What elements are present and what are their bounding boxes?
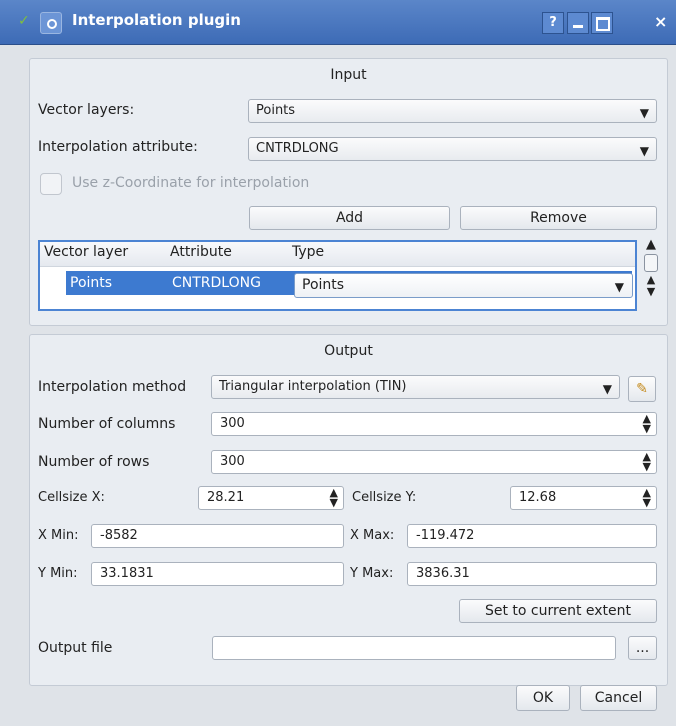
window-title: Interpolation plugin <box>72 11 241 29</box>
header-type[interactable]: Type <box>292 244 324 260</box>
input-group-title: Input <box>330 67 367 83</box>
columns-label: Number of columns <box>38 416 176 432</box>
interpolation-attribute-combo[interactable]: CNTRDLONG ▼ <box>248 137 657 161</box>
vector-layers-label: Vector layers: <box>38 102 135 118</box>
cellsize-y-spinbox[interactable]: 12.68 ▲ ▼ <box>510 486 657 510</box>
vector-layers-value: Points <box>256 103 296 118</box>
spin-arrows-icon[interactable]: ▲ ▼ <box>643 413 651 434</box>
row-type-combo[interactable]: Points ▼ <box>294 273 633 298</box>
output-file-label: Output file <box>38 640 113 656</box>
table-header: Vector layer Attribute Type <box>40 242 635 267</box>
spin-arrows-icon[interactable]: ▲ ▼ <box>330 487 338 508</box>
qgis-icon: ✓ <box>18 13 30 29</box>
remove-button[interactable]: Remove <box>460 206 657 230</box>
use-z-checkbox[interactable] <box>40 173 62 195</box>
browse-button[interactable]: ... <box>628 636 657 660</box>
wrench-icon[interactable]: ✎ <box>628 376 656 402</box>
cellsize-y-value: 12.68 <box>519 490 557 505</box>
xmax-field[interactable]: -119.472 <box>407 524 657 548</box>
chevron-down-icon: ▼ <box>639 106 649 120</box>
spin-arrows-icon[interactable]: ▲ ▼ <box>643 451 651 472</box>
header-vector-layer[interactable]: Vector layer <box>44 244 128 260</box>
columns-spinbox[interactable]: 300 ▲ ▼ <box>211 412 657 436</box>
chevron-down-icon: ▼ <box>602 382 612 396</box>
rows-spinbox[interactable]: 300 ▲ ▼ <box>211 450 657 474</box>
chevron-down-icon: ▼ <box>639 144 649 158</box>
interpolation-method-label: Interpolation method <box>38 379 187 395</box>
ymax-field[interactable]: 3836.31 <box>407 562 657 586</box>
add-button[interactable]: Add <box>249 206 450 230</box>
xmax-label: X Max: <box>350 528 395 543</box>
row-type-value: Points <box>302 277 345 293</box>
interpolation-attribute-label: Interpolation attribute: <box>38 139 198 155</box>
cellsize-x-value: 28.21 <box>207 490 245 505</box>
scroll-up-icon[interactable]: ▲ <box>642 238 660 252</box>
minimize-button[interactable] <box>567 12 589 34</box>
title-bar[interactable]: ✓ Interpolation plugin ? × <box>0 0 676 45</box>
vector-layers-combo[interactable]: Points ▼ <box>248 99 657 123</box>
scroll-thumb[interactable] <box>644 254 658 272</box>
interpolation-method-value: Triangular interpolation (TIN) <box>219 379 407 394</box>
columns-value: 300 <box>220 416 245 431</box>
cellsize-y-label: Cellsize Y: <box>352 490 417 505</box>
output-file-field[interactable] <box>212 636 616 660</box>
row-layer: Points <box>70 275 113 291</box>
chevron-down-icon: ▼ <box>614 280 624 294</box>
spin-arrows-icon[interactable]: ▲ ▼ <box>643 487 651 508</box>
window-menu-button[interactable] <box>40 12 62 34</box>
xmin-field[interactable]: -8582 <box>91 524 344 548</box>
close-button[interactable]: × <box>654 12 676 32</box>
set-current-extent-button[interactable]: Set to current extent <box>459 599 657 623</box>
layer-table[interactable]: Vector layer Attribute Type Points CNTRD… <box>38 240 637 311</box>
ok-button[interactable]: OK <box>516 685 570 711</box>
header-attribute[interactable]: Attribute <box>170 244 232 260</box>
rows-value: 300 <box>220 454 245 469</box>
maximize-button[interactable] <box>591 12 613 34</box>
ymin-label: Y Min: <box>38 566 78 581</box>
interpolation-method-combo[interactable]: Triangular interpolation (TIN) ▼ <box>211 375 620 399</box>
row-attribute: CNTRDLONG <box>172 275 261 291</box>
scroll-arrows-icon[interactable]: ▲ ▼ <box>642 274 660 298</box>
interpolation-attribute-value: CNTRDLONG <box>256 141 339 156</box>
cellsize-x-label: Cellsize X: <box>38 490 105 505</box>
use-z-label: Use z-Coordinate for interpolation <box>72 175 310 191</box>
xmin-label: X Min: <box>38 528 79 543</box>
rows-label: Number of rows <box>38 454 150 470</box>
table-scrollbar[interactable]: ▲ ▲ ▼ <box>642 238 660 311</box>
output-group-title: Output <box>324 343 373 359</box>
ymax-label: Y Max: <box>350 566 394 581</box>
ymin-field[interactable]: 33.1831 <box>91 562 344 586</box>
cancel-button[interactable]: Cancel <box>580 685 657 711</box>
cellsize-x-spinbox[interactable]: 28.21 ▲ ▼ <box>198 486 344 510</box>
help-button[interactable]: ? <box>542 12 564 34</box>
interpolation-dialog: ✓ Interpolation plugin ? × Input Vector … <box>0 0 676 726</box>
